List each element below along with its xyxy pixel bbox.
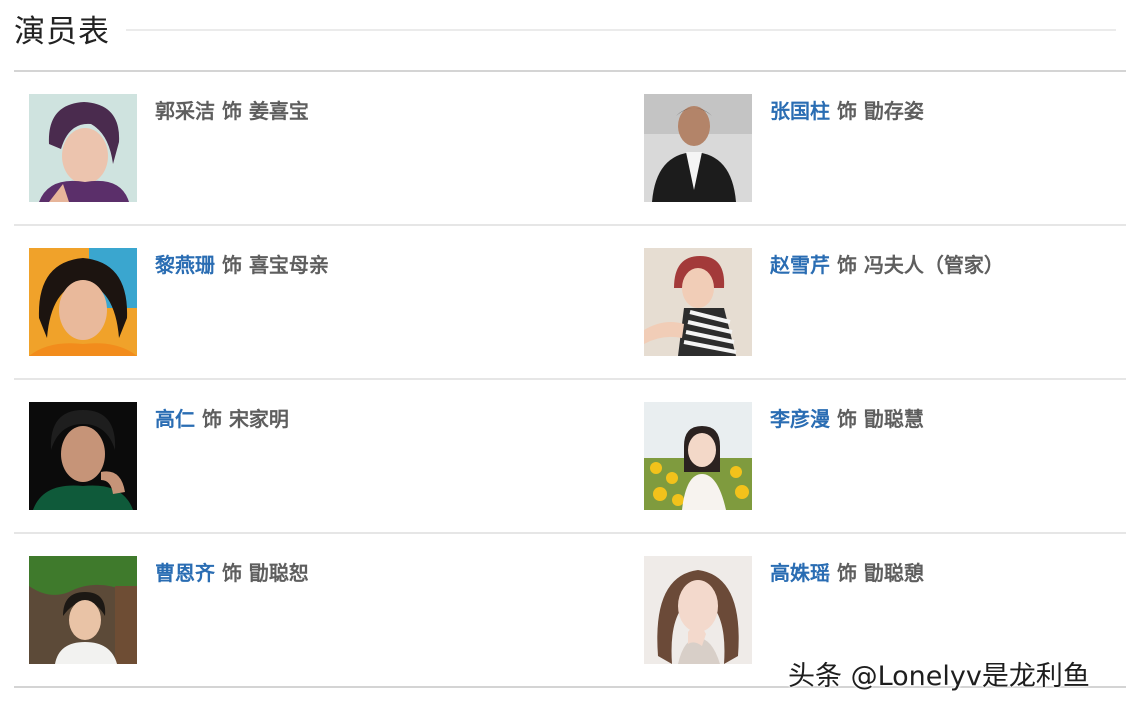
actor-photo[interactable] bbox=[644, 94, 752, 202]
as-label: 饰 bbox=[836, 561, 857, 585]
cast-list: 郭采洁 饰 姜喜宝 张国柱 饰 勖存姿 黎燕珊 饰 喜宝母亲 赵雪芹 饰 冯夫人… bbox=[14, 72, 1126, 688]
actor-photo-image bbox=[29, 556, 137, 664]
cast-entry: 李彦漫 饰 勖聪慧 bbox=[770, 406, 924, 432]
cast-row: 黎燕珊 饰 喜宝母亲 赵雪芹 饰 冯夫人（管家） bbox=[14, 226, 1126, 380]
as-label: 饰 bbox=[836, 99, 857, 123]
cast-header: 演员表 bbox=[14, 0, 1126, 72]
actor-photo-image bbox=[644, 248, 752, 356]
cast-entry: 高姝瑶 饰 勖聪憩 bbox=[770, 560, 924, 586]
role-name: 勖聪憩 bbox=[863, 561, 924, 585]
actor-photo[interactable] bbox=[29, 556, 137, 664]
cast-item: 黎燕珊 饰 喜宝母亲 bbox=[14, 226, 629, 376]
actor-photo[interactable] bbox=[644, 556, 752, 664]
cast-entry: 郭采洁 饰 姜喜宝 bbox=[155, 98, 309, 124]
cast-item: 张国柱 饰 勖存姿 bbox=[629, 72, 1126, 222]
role-name: 喜宝母亲 bbox=[248, 253, 329, 277]
cast-entry: 曹恩齐 饰 勖聪恕 bbox=[155, 560, 309, 586]
actor-link[interactable]: 李彦漫 bbox=[770, 407, 830, 431]
actor-photo[interactable] bbox=[29, 402, 137, 510]
title-divider bbox=[126, 29, 1116, 31]
cast-item: 曹恩齐 饰 勖聪恕 bbox=[14, 534, 629, 684]
actor-photo-image bbox=[29, 402, 137, 510]
actor-photo[interactable] bbox=[29, 248, 137, 356]
cast-entry: 赵雪芹 饰 冯夫人（管家） bbox=[770, 252, 1004, 278]
role-name: 冯夫人（管家） bbox=[863, 253, 1004, 277]
cast-item: 高仁 饰 宋家明 bbox=[14, 380, 629, 530]
as-label: 饰 bbox=[836, 253, 857, 277]
cast-entry: 黎燕珊 饰 喜宝母亲 bbox=[155, 252, 329, 278]
role-name: 勖聪慧 bbox=[863, 407, 924, 431]
actor-photo-image bbox=[29, 248, 137, 356]
page-title: 演员表 bbox=[14, 14, 110, 50]
actor-link[interactable]: 张国柱 bbox=[770, 99, 830, 123]
as-label: 饰 bbox=[201, 407, 222, 431]
actor-photo[interactable] bbox=[644, 402, 752, 510]
actor-link[interactable]: 曹恩齐 bbox=[155, 561, 215, 585]
actor-link[interactable]: 高仁 bbox=[155, 407, 195, 431]
actor-link[interactable]: 高姝瑶 bbox=[770, 561, 830, 585]
actor-link[interactable]: 黎燕珊 bbox=[155, 253, 215, 277]
role-name: 姜喜宝 bbox=[248, 99, 309, 123]
cast-item: 李彦漫 饰 勖聪慧 bbox=[629, 380, 1126, 530]
role-name: 宋家明 bbox=[228, 407, 289, 431]
cast-item: 郭采洁 饰 姜喜宝 bbox=[14, 72, 629, 222]
watermark: 头条 @Lonelyv是龙利鱼 bbox=[788, 661, 1090, 692]
actor-link[interactable]: 赵雪芹 bbox=[770, 253, 830, 277]
as-label: 饰 bbox=[221, 99, 242, 123]
as-label: 饰 bbox=[221, 561, 242, 585]
cast-entry: 张国柱 饰 勖存姿 bbox=[770, 98, 924, 124]
cast-row: 高仁 饰 宋家明 李彦漫 饰 勖聪慧 bbox=[14, 380, 1126, 534]
actor-photo-image bbox=[644, 94, 752, 202]
actor-photo[interactable] bbox=[644, 248, 752, 356]
actor-photo[interactable] bbox=[29, 94, 137, 202]
actor-photo-image bbox=[644, 556, 752, 664]
actor-name: 郭采洁 bbox=[155, 99, 215, 123]
actor-photo-image bbox=[644, 402, 752, 510]
as-label: 饰 bbox=[836, 407, 857, 431]
actor-photo-image bbox=[29, 94, 137, 202]
cast-row: 郭采洁 饰 姜喜宝 张国柱 饰 勖存姿 bbox=[14, 72, 1126, 226]
as-label: 饰 bbox=[221, 253, 242, 277]
cast-item: 赵雪芹 饰 冯夫人（管家） bbox=[629, 226, 1126, 376]
cast-entry: 高仁 饰 宋家明 bbox=[155, 406, 289, 432]
role-name: 勖聪恕 bbox=[248, 561, 309, 585]
role-name: 勖存姿 bbox=[863, 99, 924, 123]
